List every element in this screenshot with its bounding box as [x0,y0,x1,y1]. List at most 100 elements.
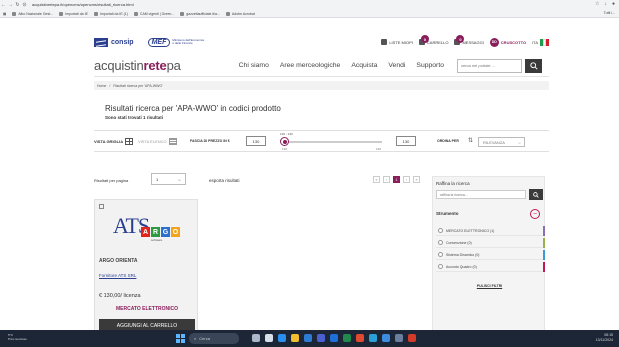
bookmark-item[interactable]: gazzettaufficiale.it/a... [180,11,220,16]
back-icon[interactable]: ← [0,2,7,8]
price-slider-track[interactable] [285,141,382,143]
chevron-down-icon: ⌵ [177,176,181,182]
all-bookmarks[interactable]: Tutti i... [604,11,615,15]
page-prev[interactable]: ‹ [383,176,390,183]
breadcrumb-separator: / [109,83,111,88]
main-navigation: acquistinretepa Chi siamo Aree merceolog… [94,55,549,77]
top-utility-bar: consip MEF Ministero dell'Economia e del… [94,33,549,51]
consip-logo[interactable]: consip [94,37,134,47]
portal-search-button[interactable] [525,58,542,73]
address-bar[interactable]: acquistinretepa.it/opencms/opencms/risul… [32,2,134,7]
sort-order-icon[interactable]: ⇅ [468,137,473,144]
page-current[interactable]: 1 [393,176,400,183]
folder-icon [93,11,98,16]
system-tray[interactable]: 08:15 13/11/2024 [596,333,613,342]
windows-taskbar: 5°C Prev.nuvoloso ⌕ Cerca 08:15 13/11/2024 [0,330,619,347]
clear-filters-link[interactable]: PULISCI FILTRI [433,284,546,288]
price-min-input[interactable]: 130 [246,136,266,146]
taskbar-search[interactable]: ⌕ Cerca [189,333,239,344]
bookmark-item[interactable]: Adobe Acrobat [225,11,255,16]
nav-chi-siamo[interactable]: Chi siamo [239,62,269,69]
app-icon[interactable] [395,334,403,342]
app-icon[interactable] [369,334,377,342]
outlook-icon[interactable] [304,334,312,342]
argo-logo: A R G O [141,227,180,237]
product-logo[interactable]: ATS A R G O software [113,213,180,245]
per-page-select[interactable]: 1 ⌵ [151,173,186,185]
breadcrumb-current: Risultati ricerca per 'APA-WWO' [113,83,163,88]
export-results-link[interactable]: esporta risultati [209,178,240,183]
weather-widget[interactable]: 5°C Prev.nuvoloso [8,333,27,341]
bookmark-star-icon[interactable]: ☆ [595,1,599,7]
forward-icon[interactable]: → [7,2,14,8]
folder-icon [59,11,64,16]
cruscotto-link[interactable]: DD CRUSCOTTO [489,37,526,47]
mef-logo[interactable]: MEF Ministero dell'Economia e delle Fina… [147,37,205,47]
product-channel: MERCATO ELETTRONICO [115,306,179,312]
list-view-toggle[interactable]: VISTA ELENCO [138,138,177,145]
apps-grid-icon[interactable]: ▦ [3,12,6,16]
bookmark-item[interactable]: Importati da IE [59,11,88,16]
filter-option-sistema-dinamico[interactable]: Sistema Dinamico (0) [436,250,545,260]
bookmark-item[interactable]: Albo Nazionale Gest... [12,11,53,16]
supplier-link[interactable]: Fornitore ATS SRL [99,273,136,278]
file-explorer-icon[interactable] [291,334,299,342]
bookmarks-bar: ▦ Albo Nazionale Gest... Importati da IE… [0,9,619,18]
refine-search-button[interactable] [529,189,543,200]
site-info-icon[interactable]: ⊙ [21,2,28,8]
task-view-icon[interactable] [252,334,260,342]
bookmark-item[interactable]: CAM vigenti | Green... [133,11,174,16]
grid-icon [125,138,134,145]
download-icon[interactable]: ↓ [604,1,607,7]
nav-vendi[interactable]: Vendi [388,62,405,69]
price-slider-handle[interactable] [280,137,289,146]
page-last[interactable]: » [413,176,420,183]
page-first[interactable]: « [373,176,380,183]
bookmark-item[interactable]: Importati da IE (1) [93,11,128,16]
grid-view-toggle[interactable]: VISTA GRIGLIA [94,138,134,145]
nav-acquista[interactable]: Acquista [351,62,377,69]
per-page-label: Risultati per pagina [94,178,129,183]
filter-option-convenzione[interactable]: Convenzione (0) [436,238,545,248]
product-name[interactable]: ARGO ORIENTA [99,258,138,264]
chrome-icon[interactable] [356,334,364,342]
widgets-icon[interactable] [265,334,273,342]
breadcrumb-home[interactable]: Home [97,84,106,88]
excel-icon[interactable] [343,334,351,342]
page-next[interactable]: › [403,176,410,183]
browser-chrome: ← → ↻ ⊙ acquistinretepa.it/opencms/openc… [0,0,619,18]
collapse-icon[interactable]: − [530,209,540,219]
nav-supporto[interactable]: Supporto [416,62,444,69]
results-count: Sono stati trovati 1 risultati [105,115,164,120]
windows-start-icon[interactable] [176,334,185,343]
messaggi-link[interactable]: 0 MESSAGGI [454,35,484,45]
edge-icon[interactable] [278,334,286,342]
teams-icon[interactable] [317,334,325,342]
refine-panel: Raffina la ricerca Strumento − MERCATO E… [432,176,545,336]
search-icon: ⌕ [194,336,197,341]
price-max-input[interactable]: 130 [396,136,416,146]
italy-flag-icon [540,38,549,46]
favicon-icon [180,11,185,16]
reload-icon[interactable]: ↻ [14,2,21,8]
portal-search-input[interactable] [457,58,522,73]
filter-option-mercato[interactable]: MERCATO ELETTRONICO (1) [436,226,545,236]
user-avatar: DD [489,37,499,47]
app-icon[interactable] [382,334,390,342]
sort-select[interactable]: RILEVANZA ⌵ [478,137,525,147]
profile-icon[interactable]: ● [612,1,615,7]
list-icon [168,138,177,145]
word-icon[interactable] [330,334,338,342]
carrello-link[interactable]: 0 CARRELLO [418,35,448,45]
compare-checkbox-icon[interactable] [99,204,104,209]
nav-aree-merceologiche[interactable]: Aree merceologiche [280,62,340,69]
filter-option-accordo-quadro[interactable]: Accordo Quadro (0) [436,262,545,272]
acrobat-icon[interactable] [408,334,416,342]
product-price: € 130,00/ licenza [99,293,141,299]
refine-search-input[interactable] [436,190,526,199]
liste-link[interactable]: LISTE MIOPI [381,39,413,45]
language-selector[interactable]: ITA [532,38,549,46]
site-logo[interactable]: acquistinretepa [94,58,181,73]
radio-icon [438,264,443,269]
radio-icon [438,252,443,257]
